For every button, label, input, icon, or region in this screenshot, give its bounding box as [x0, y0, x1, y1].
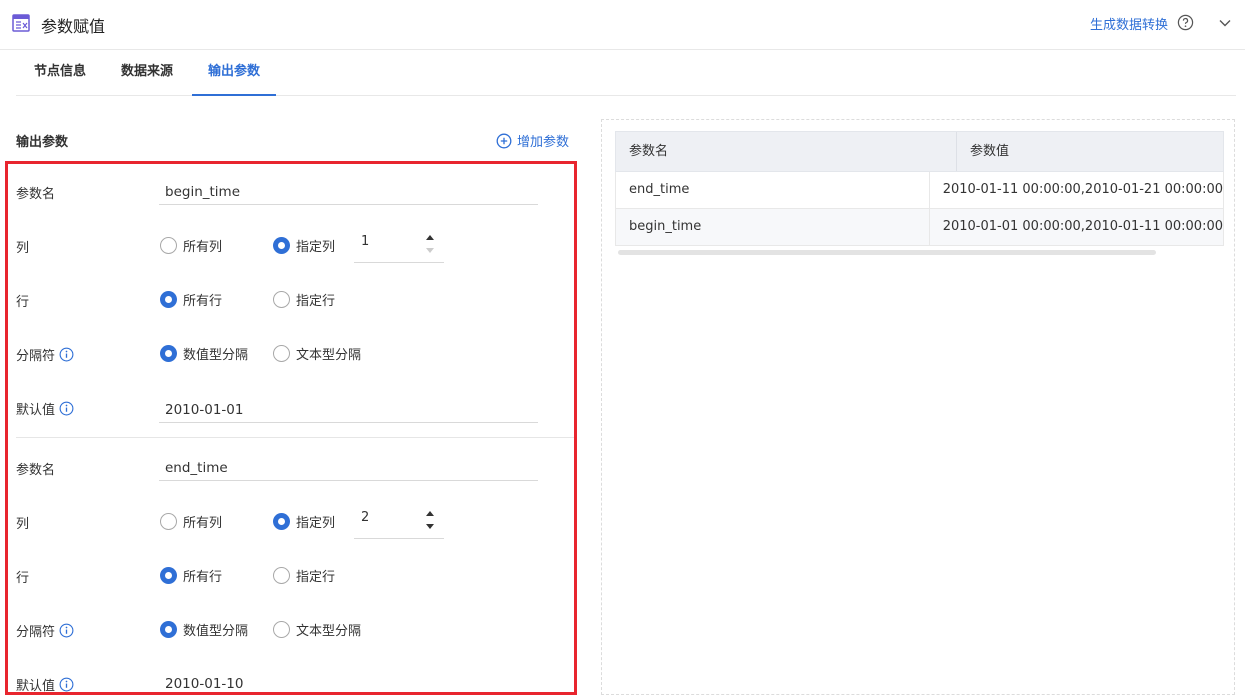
chevron-down-icon[interactable] — [1218, 16, 1232, 30]
highlight-box — [5, 161, 577, 695]
table-row[interactable]: begin_time 2010-01-01 00:00:00,2010-01-1… — [615, 209, 1224, 246]
section-title: 输出参数 — [16, 135, 69, 150]
table-cell: 2010-01-01 00:00:00,2010-01-11 00:00:00 — [942, 219, 1223, 234]
add-param-button[interactable]: 增加参数 — [496, 131, 569, 150]
table-cell: end_time — [616, 172, 930, 208]
table-icon — [12, 14, 30, 32]
tab-data-source[interactable]: 数据来源 — [121, 50, 173, 96]
tab-output-params[interactable]: 输出参数 — [191, 50, 277, 96]
plus-circle-icon — [496, 133, 512, 148]
add-param-label: 增加参数 — [517, 135, 570, 150]
column-header-param-value: 参数值 — [970, 144, 1010, 159]
column-header-param-name: 参数名 — [616, 132, 957, 171]
horizontal-scrollbar[interactable] — [618, 250, 1156, 255]
preview-table: 参数名 参数值 end_time 2010-01-11 00:00:00,201… — [615, 131, 1224, 246]
table-cell: begin_time — [616, 209, 930, 245]
generate-data-transform-link[interactable]: 生成数据转换 — [1090, 14, 1168, 33]
tab-node-info[interactable]: 节点信息 — [34, 50, 86, 96]
table-cell: 2010-01-11 00:00:00,2010-01-21 00:00:00 — [942, 182, 1223, 197]
header: 参数赋值 生成数据转换 — [0, 0, 1245, 50]
page-title: 参数赋值 — [41, 17, 106, 36]
table-header: 参数名 参数值 — [615, 131, 1224, 172]
help-icon[interactable] — [1177, 14, 1194, 31]
preview-panel: 参数名 参数值 end_time 2010-01-11 00:00:00,201… — [601, 119, 1235, 695]
tab-bar: 节点信息 数据来源 输出参数 — [16, 50, 1236, 96]
table-row[interactable]: end_time 2010-01-11 00:00:00,2010-01-21 … — [615, 172, 1224, 209]
